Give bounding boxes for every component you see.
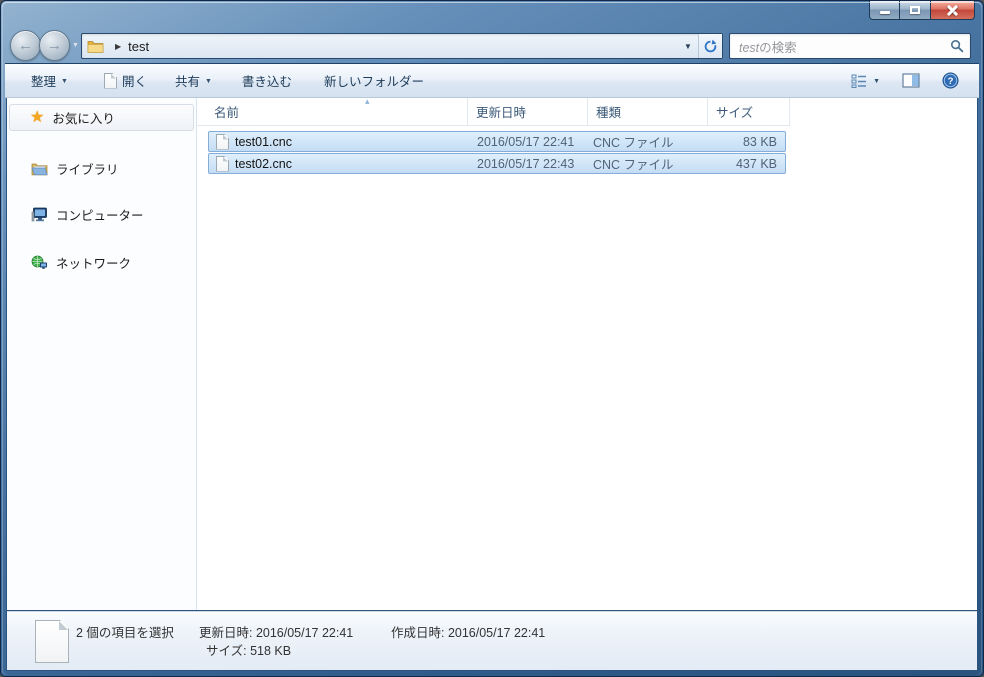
breadcrumb[interactable]: ▶ test xyxy=(82,34,678,58)
sidebar-item-label: コンピューター xyxy=(56,208,144,223)
maximize-button[interactable] xyxy=(900,1,931,20)
organize-button[interactable]: 整理 ▼ xyxy=(25,67,74,94)
sidebar-item-computer[interactable]: コンピューター xyxy=(7,202,144,226)
address-dropdown-icon[interactable]: ▼ xyxy=(678,34,698,58)
chevron-down-icon: ▼ xyxy=(204,78,212,85)
sidebar-item-network[interactable]: ネットワーク xyxy=(7,250,131,274)
sidebar-item-label: ライブラリ xyxy=(56,162,119,177)
selection-count: 2 個の項目を選択 xyxy=(76,626,174,640)
back-button[interactable]: ← xyxy=(10,30,41,61)
sidebar-item-libraries[interactable]: ライブラリ xyxy=(7,156,119,180)
document-icon xyxy=(104,73,117,89)
forward-button[interactable]: → xyxy=(39,30,70,61)
share-label: 共有 xyxy=(174,75,200,89)
help-icon: ? xyxy=(942,72,959,89)
burn-label: 書き込む xyxy=(241,75,292,89)
forward-arrow-icon: → xyxy=(47,37,62,54)
column-header-modified[interactable]: 更新日時 xyxy=(468,98,588,125)
file-list-pane: ▴ 名前 更新日時 種類 サイズ test01.cnc 2016/05/17 2… xyxy=(197,96,977,611)
window-controls xyxy=(869,1,975,20)
refresh-button[interactable] xyxy=(698,34,722,58)
new-folder-button[interactable]: 新しいフォルダー xyxy=(318,67,430,94)
folder-icon xyxy=(87,39,104,53)
status-modified: 更新日時: 2016/05/17 22:41 xyxy=(199,626,354,640)
open-button[interactable]: 開く xyxy=(98,67,153,94)
file-size: 83 KB xyxy=(742,134,777,149)
new-folder-label: 新しいフォルダー xyxy=(323,75,424,89)
status-bar: 2 個の項目を選択 更新日時: 2016/05/17 22:41 作成日時: 2… xyxy=(7,611,977,670)
open-label: 開く xyxy=(121,75,147,89)
sidebar-item-label: お気に入り xyxy=(52,112,115,126)
burn-button[interactable]: 書き込む xyxy=(236,67,298,94)
close-icon xyxy=(947,5,958,16)
column-header-name[interactable]: 名前 xyxy=(197,98,468,125)
refresh-icon xyxy=(703,39,718,54)
file-name: test01.cnc xyxy=(235,134,292,149)
star-icon: ★ xyxy=(30,108,45,126)
explorer-window: ← → ▼ ▶ test ▼ testの検索 整理 ▼ 開く 共有 ▼ 書き込む… xyxy=(0,0,984,677)
share-button[interactable]: 共有 ▼ xyxy=(169,67,218,94)
breadcrumb-arrow-icon[interactable]: ▶ xyxy=(115,42,121,51)
file-icon xyxy=(216,134,229,150)
status-created: 作成日時: 2016/05/17 22:41 xyxy=(391,626,546,640)
maximize-icon xyxy=(910,6,920,14)
table-row[interactable]: test01.cnc 2016/05/17 22:41 CNC ファイル 83 … xyxy=(208,131,786,152)
breadcrumb-folder[interactable]: test xyxy=(128,39,149,54)
network-icon xyxy=(31,255,48,270)
preview-pane-button[interactable] xyxy=(896,69,926,92)
navigation-pane: ★ お気に入り ライブラリ コンピューター ネットワーク xyxy=(7,98,197,611)
recent-pages-dropdown[interactable]: ▼ xyxy=(72,42,79,49)
search-placeholder: testの検索 xyxy=(739,40,797,55)
toolbar-right-group: ▼ ? xyxy=(845,68,979,93)
file-name: test02.cnc xyxy=(235,156,292,171)
close-button[interactable] xyxy=(931,1,975,20)
column-header-type[interactable]: 種類 xyxy=(588,98,708,125)
organize-label: 整理 xyxy=(31,75,57,89)
views-icon xyxy=(851,74,868,88)
views-button[interactable]: ▼ xyxy=(845,70,886,92)
sidebar-item-label: ネットワーク xyxy=(56,256,132,271)
file-rows: test01.cnc 2016/05/17 22:41 CNC ファイル 83 … xyxy=(208,131,786,174)
minimize-icon xyxy=(879,10,890,14)
computer-icon xyxy=(31,207,48,222)
main-content: ★ お気に入り ライブラリ コンピューター ネットワーク ▴ 名前 更新日時 種… xyxy=(7,96,977,611)
column-headers: ▴ 名前 更新日時 種類 サイズ xyxy=(197,96,790,126)
address-bar[interactable]: ▶ test ▼ xyxy=(81,33,723,59)
status-size: サイズ: 518 KB xyxy=(206,644,292,658)
minimize-button[interactable] xyxy=(869,1,900,20)
navigation-bar: ← → ▼ ▶ test ▼ testの検索 xyxy=(1,29,983,63)
search-icon[interactable] xyxy=(950,39,964,53)
file-type: CNC ファイル xyxy=(593,158,674,172)
back-arrow-icon: ← xyxy=(18,37,33,54)
chevron-down-icon: ▼ xyxy=(61,78,68,85)
sidebar-item-favorites[interactable]: ★ お気に入り xyxy=(9,104,194,131)
column-header-size[interactable]: サイズ xyxy=(708,98,790,125)
preview-pane-icon xyxy=(902,73,920,88)
command-toolbar: 整理 ▼ 開く 共有 ▼ 書き込む 新しいフォルダー ▼ ? xyxy=(5,63,979,98)
search-input[interactable]: testの検索 xyxy=(729,33,971,59)
help-button[interactable]: ? xyxy=(936,68,965,93)
file-icon xyxy=(216,156,229,172)
file-modified: 2016/05/17 22:43 xyxy=(477,156,575,171)
file-size: 437 KB xyxy=(735,156,777,171)
libraries-icon xyxy=(31,161,48,176)
file-type: CNC ファイル xyxy=(593,136,674,150)
chevron-down-icon: ▼ xyxy=(873,78,880,85)
file-modified: 2016/05/17 22:41 xyxy=(477,134,575,149)
table-row[interactable]: test02.cnc 2016/05/17 22:43 CNC ファイル 437… xyxy=(208,153,786,174)
svg-text:?: ? xyxy=(948,76,954,87)
